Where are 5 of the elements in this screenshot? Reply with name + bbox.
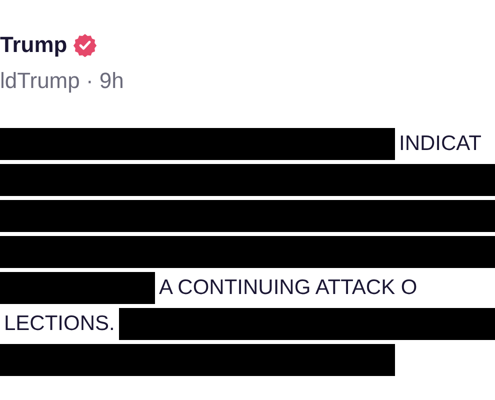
post-text: A CONTINUING ATTACK O — [158, 276, 418, 300]
handle-and-time: ldTrump · 9h — [0, 68, 125, 94]
post-text: INDICAT — [398, 132, 482, 156]
author-name[interactable]: Trump — [0, 32, 68, 58]
post-text: LECTIONS. — [3, 312, 116, 336]
